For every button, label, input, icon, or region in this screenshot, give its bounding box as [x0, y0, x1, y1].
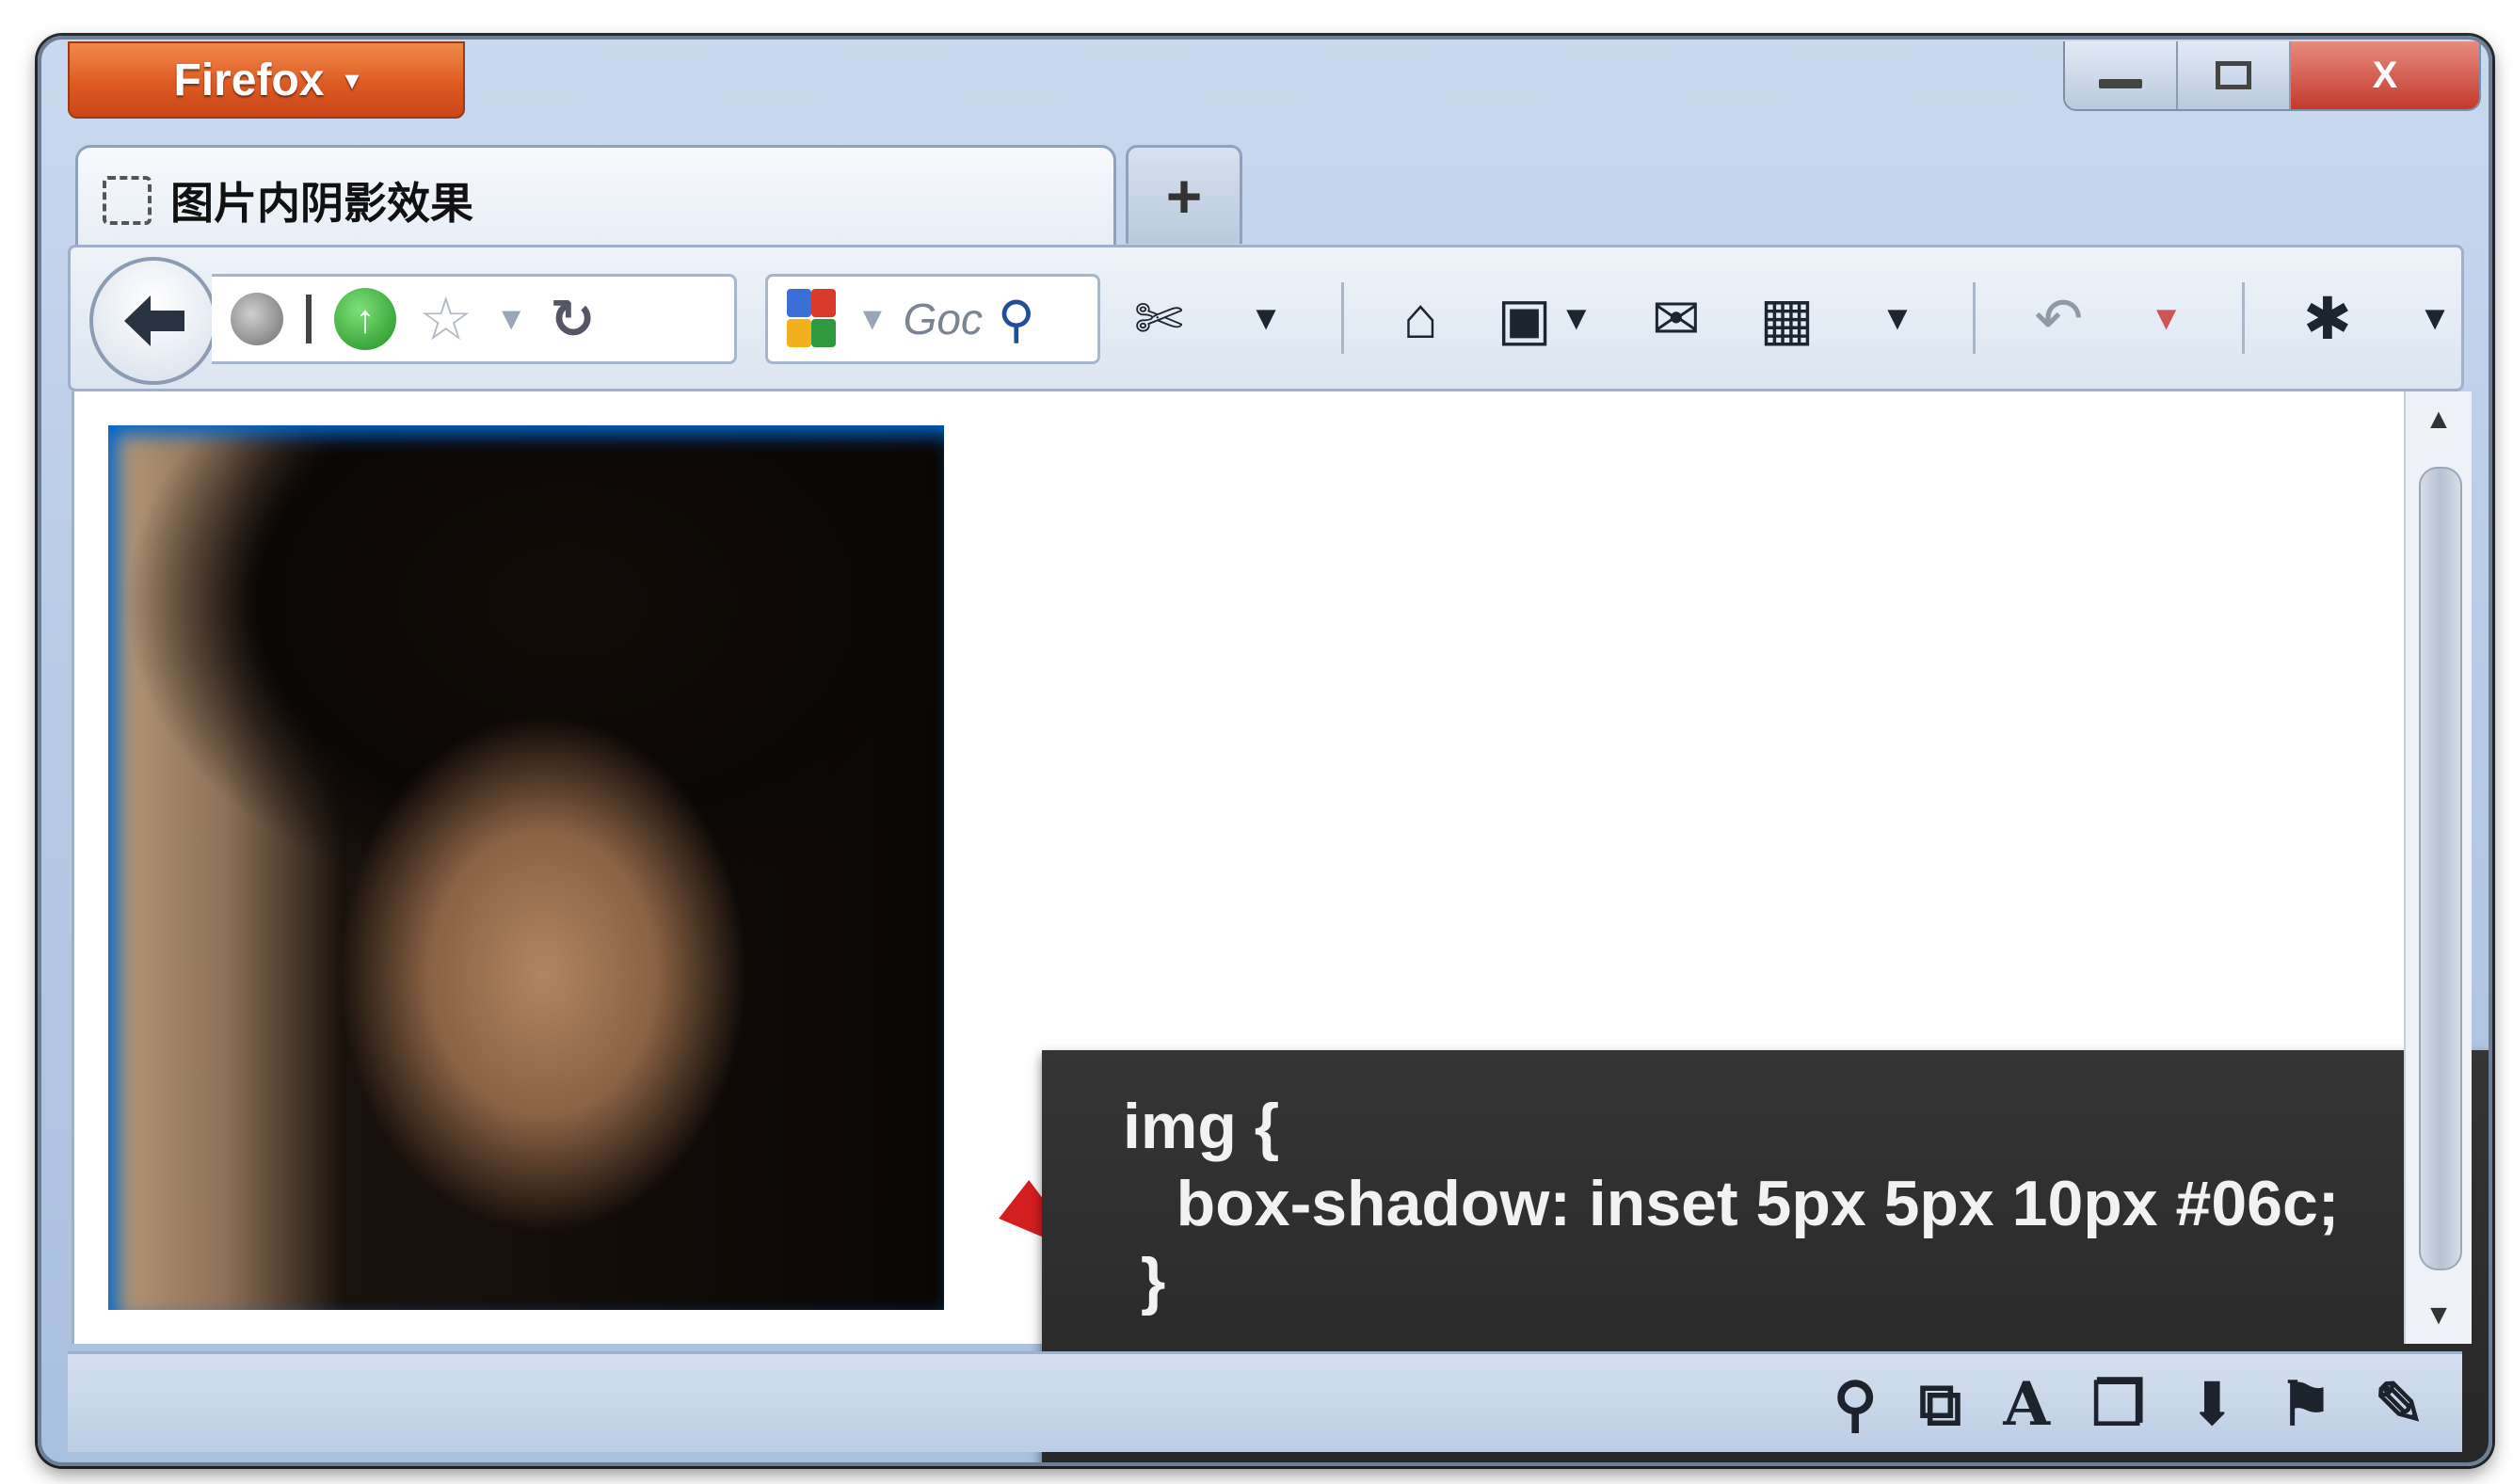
- new-tab-button[interactable]: +: [1126, 145, 1242, 244]
- chevron-down-icon: ▾: [344, 64, 360, 96]
- status-icons: ⚲ ⧉ A ❐ ⬇ ⚑ ✎: [1833, 1364, 2425, 1444]
- vertical-scrollbar[interactable]: ▲ ▼: [2404, 391, 2472, 1344]
- google-icon[interactable]: [785, 285, 841, 353]
- scrollbar-thumb[interactable]: [2419, 467, 2462, 1270]
- undo-icon[interactable]: ↶: [2034, 284, 2083, 353]
- mail-icon[interactable]: ✉: [1652, 284, 1701, 353]
- apps-icon[interactable]: ▦: [1759, 284, 1815, 353]
- tab-title: 图片内阴影效果: [170, 179, 473, 228]
- toolbar-separator: [2241, 282, 2245, 354]
- portrait-image: [108, 425, 944, 1310]
- scroll-down-icon[interactable]: ▼: [2406, 1287, 2472, 1344]
- plus-icon: +: [1165, 161, 1203, 231]
- brush-icon[interactable]: ✎: [2374, 1369, 2425, 1440]
- flag-icon[interactable]: ⚑: [2279, 1369, 2332, 1440]
- firefox-menu-label: Firefox: [173, 55, 325, 105]
- external-link-icon[interactable]: ⧉: [1919, 1369, 1962, 1440]
- cut-icon[interactable]: ✄: [1134, 284, 1183, 353]
- bug-icon[interactable]: ✱: [2303, 284, 2352, 353]
- navigation-toolbar: ↑ ☆ ▼ ↻ ▼ Goc ⚲ ✄ ▼ ⌂ ▣ ▼ ✉ ▦ ▼ ↶ ▼ ✱ ▼: [68, 245, 2464, 391]
- bookmark-star-icon[interactable]: ☆: [419, 284, 472, 355]
- home-icon[interactable]: ⌂: [1403, 285, 1438, 352]
- download-icon[interactable]: ⬇: [2186, 1369, 2237, 1440]
- close-button[interactable]: X: [2289, 41, 2479, 109]
- close-icon: X: [2372, 54, 2398, 96]
- globe-icon: [231, 293, 283, 345]
- browser-window: Firefox ▾ X 图片内阴影效果 + ↑ ☆ ▼ ↻ ▼ Goc ⚲ ✄ …: [38, 36, 2492, 1466]
- windows-icon[interactable]: ❐: [2091, 1369, 2145, 1440]
- chevron-down-icon[interactable]: ▼: [2150, 298, 2184, 338]
- maximize-button[interactable]: [2176, 41, 2289, 109]
- page-content: img { box-shadow: inset 5px 5px 10px #06…: [72, 391, 2489, 1462]
- back-button[interactable]: [89, 257, 217, 385]
- add-on-bar: ⚲ ⧉ A ❐ ⬇ ⚑ ✎: [68, 1351, 2462, 1452]
- toolbar-icons: ✄ ▼ ⌂ ▣ ▼ ✉ ▦ ▼ ↶ ▼ ✱ ▼: [1134, 266, 2452, 370]
- chevron-down-icon[interactable]: ▼: [1881, 298, 1914, 338]
- code-line: }: [1123, 1245, 1166, 1316]
- font-icon[interactable]: A: [2003, 1369, 2050, 1440]
- chevron-down-icon[interactable]: ▼: [1249, 298, 1283, 338]
- minimize-icon: [2099, 79, 2142, 88]
- code-line: box-shadow: inset 5px 5px 10px #06c;: [1123, 1168, 2340, 1239]
- reload-icon[interactable]: ↻: [550, 287, 596, 351]
- window-controls: X: [2063, 41, 2481, 111]
- text-cursor: [306, 295, 312, 343]
- toolbar-separator: [1973, 282, 1977, 354]
- firefox-menu-button[interactable]: Firefox ▾: [68, 41, 465, 119]
- search-input[interactable]: Goc: [904, 294, 983, 344]
- tab-active[interactable]: 图片内阴影效果: [75, 145, 1116, 253]
- search-bar[interactable]: ▼ Goc ⚲: [765, 274, 1100, 364]
- address-bar[interactable]: ↑ ☆ ▼ ↻: [212, 274, 737, 364]
- maximize-icon: [2216, 61, 2251, 89]
- green-upload-icon[interactable]: ↑: [334, 288, 396, 350]
- minimize-button[interactable]: [2065, 41, 2176, 109]
- search-icon[interactable]: ⚲: [998, 290, 1035, 349]
- toolbar-separator: [1341, 282, 1345, 354]
- back-arrow-icon: [124, 295, 184, 346]
- search-icon[interactable]: ⚲: [1833, 1369, 1878, 1440]
- scroll-up-icon[interactable]: ▲: [2406, 391, 2472, 448]
- chevron-down-icon[interactable]: ▼: [2418, 298, 2452, 338]
- search-engine-dropdown-icon[interactable]: ▼: [856, 301, 888, 338]
- page-icon: [103, 176, 152, 225]
- code-line: img {: [1123, 1091, 1280, 1162]
- bookmark-icon[interactable]: ▣ ▼: [1497, 284, 1593, 353]
- history-dropdown-icon[interactable]: ▼: [495, 301, 527, 338]
